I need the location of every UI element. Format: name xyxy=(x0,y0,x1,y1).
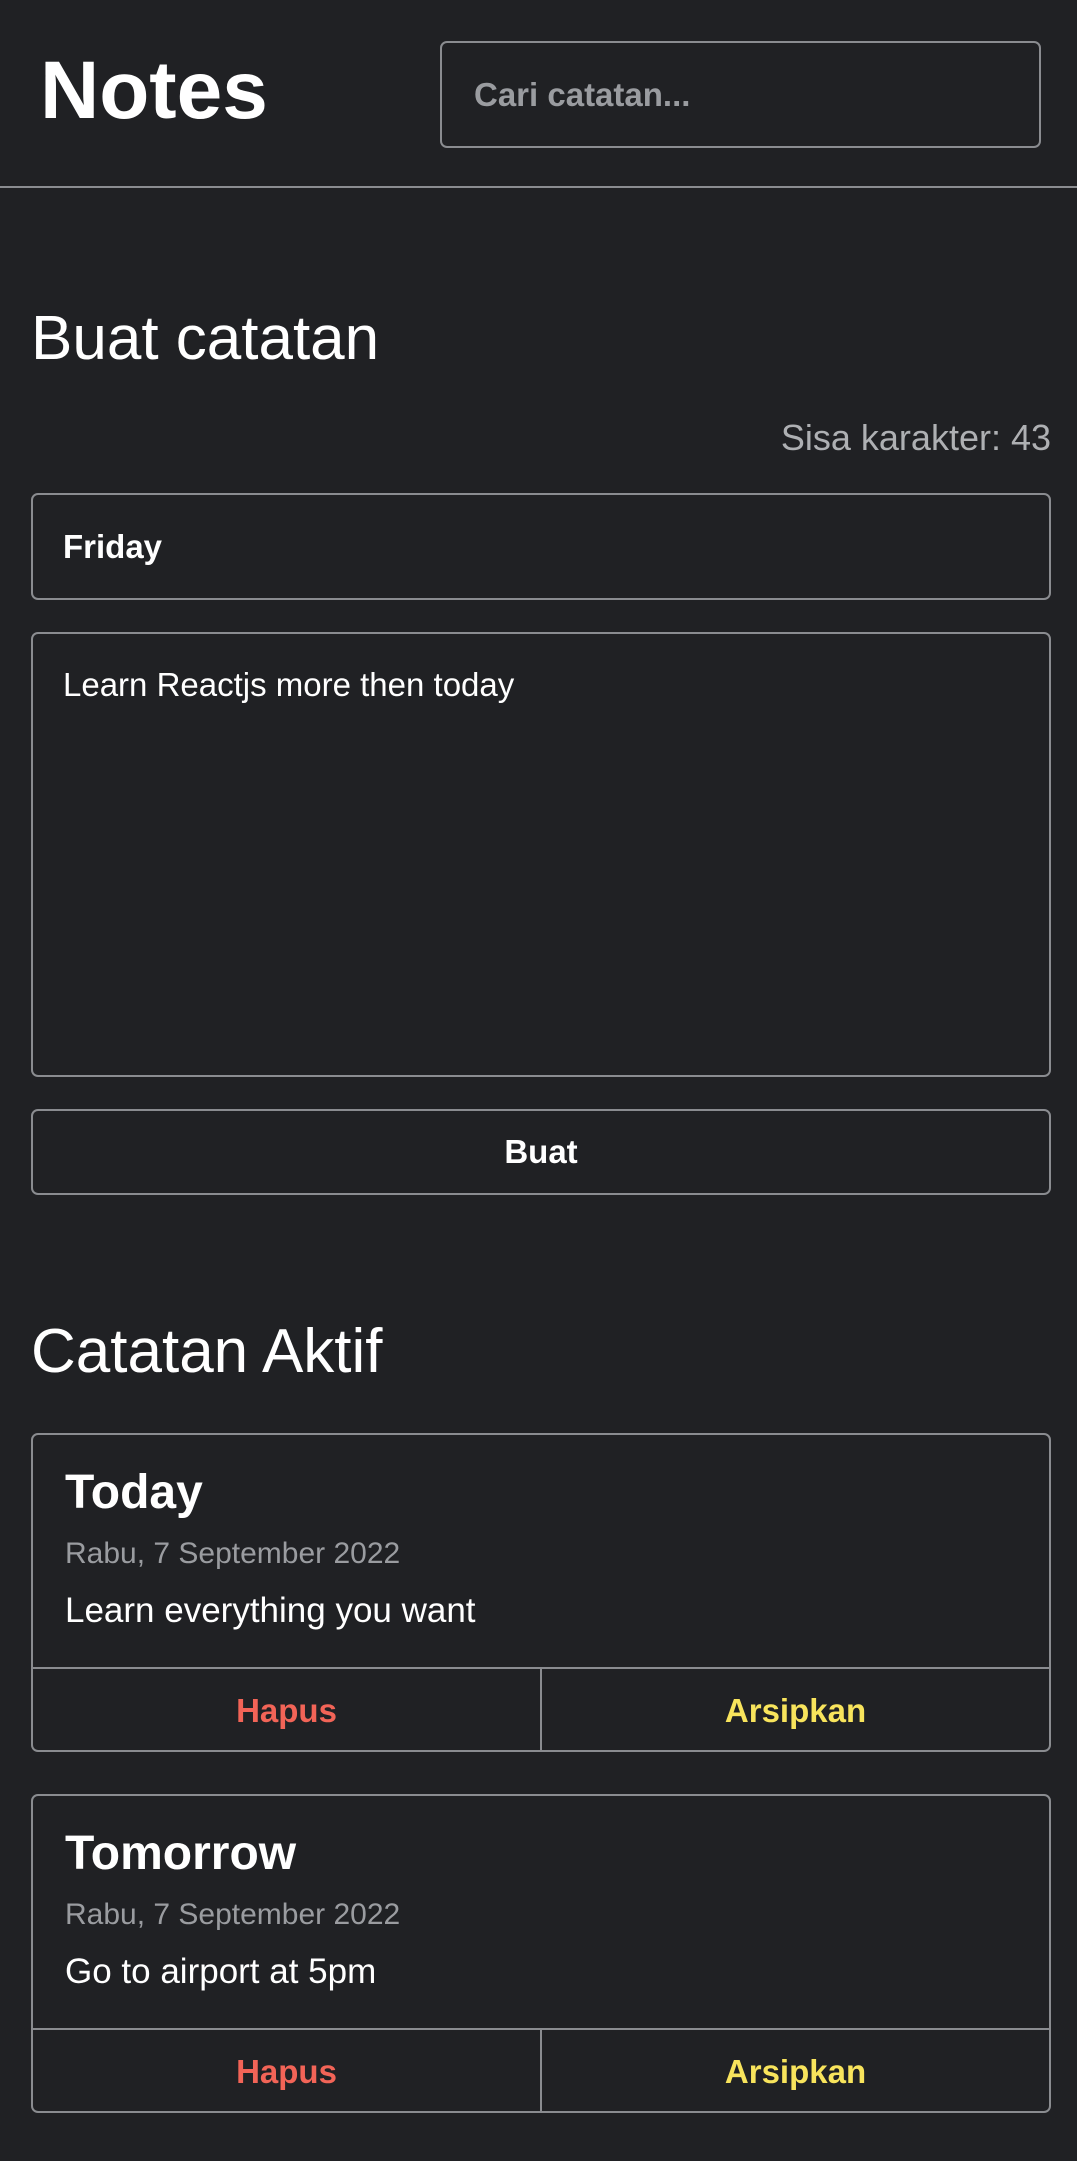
note-content: Tomorrow Rabu, 7 September 2022 Go to ai… xyxy=(33,1796,1049,2028)
create-note-button[interactable]: Buat xyxy=(31,1109,1051,1195)
note-date: Rabu, 7 September 2022 xyxy=(65,1898,401,1931)
search-input[interactable] xyxy=(440,41,1041,148)
note-card: Tomorrow Rabu, 7 September 2022 Go to ai… xyxy=(31,1794,1051,2113)
delete-note-button[interactable]: Hapus xyxy=(33,2030,542,2111)
note-content: Today Rabu, 7 September 2022 Learn every… xyxy=(33,1435,1049,1667)
create-note-heading: Buat catatan xyxy=(31,304,380,373)
note-body: Go to airport at 5pm xyxy=(65,1952,377,1991)
note-title: Today xyxy=(65,1466,203,1519)
archive-note-button[interactable]: Arsipkan xyxy=(542,1669,1049,1750)
delete-note-button[interactable]: Hapus xyxy=(33,1669,542,1750)
note-body-textarea[interactable]: Learn Reactjs more then today xyxy=(31,632,1051,1077)
note-card: Today Rabu, 7 September 2022 Learn every… xyxy=(31,1433,1051,1752)
app-header: Notes xyxy=(0,0,1077,188)
char-remaining-counter: Sisa karakter: 43 xyxy=(780,417,1051,458)
note-actions: Hapus Arsipkan xyxy=(33,1667,1049,1750)
note-date: Rabu, 7 September 2022 xyxy=(65,1537,401,1570)
active-notes-heading: Catatan Aktif xyxy=(31,1317,383,1386)
note-actions: Hapus Arsipkan xyxy=(33,2028,1049,2111)
note-body: Learn everything you want xyxy=(65,1591,476,1630)
archive-note-button[interactable]: Arsipkan xyxy=(542,2030,1049,2111)
note-title: Tomorrow xyxy=(65,1827,297,1880)
note-title-input[interactable] xyxy=(31,493,1051,600)
app-title: Notes xyxy=(40,45,268,136)
